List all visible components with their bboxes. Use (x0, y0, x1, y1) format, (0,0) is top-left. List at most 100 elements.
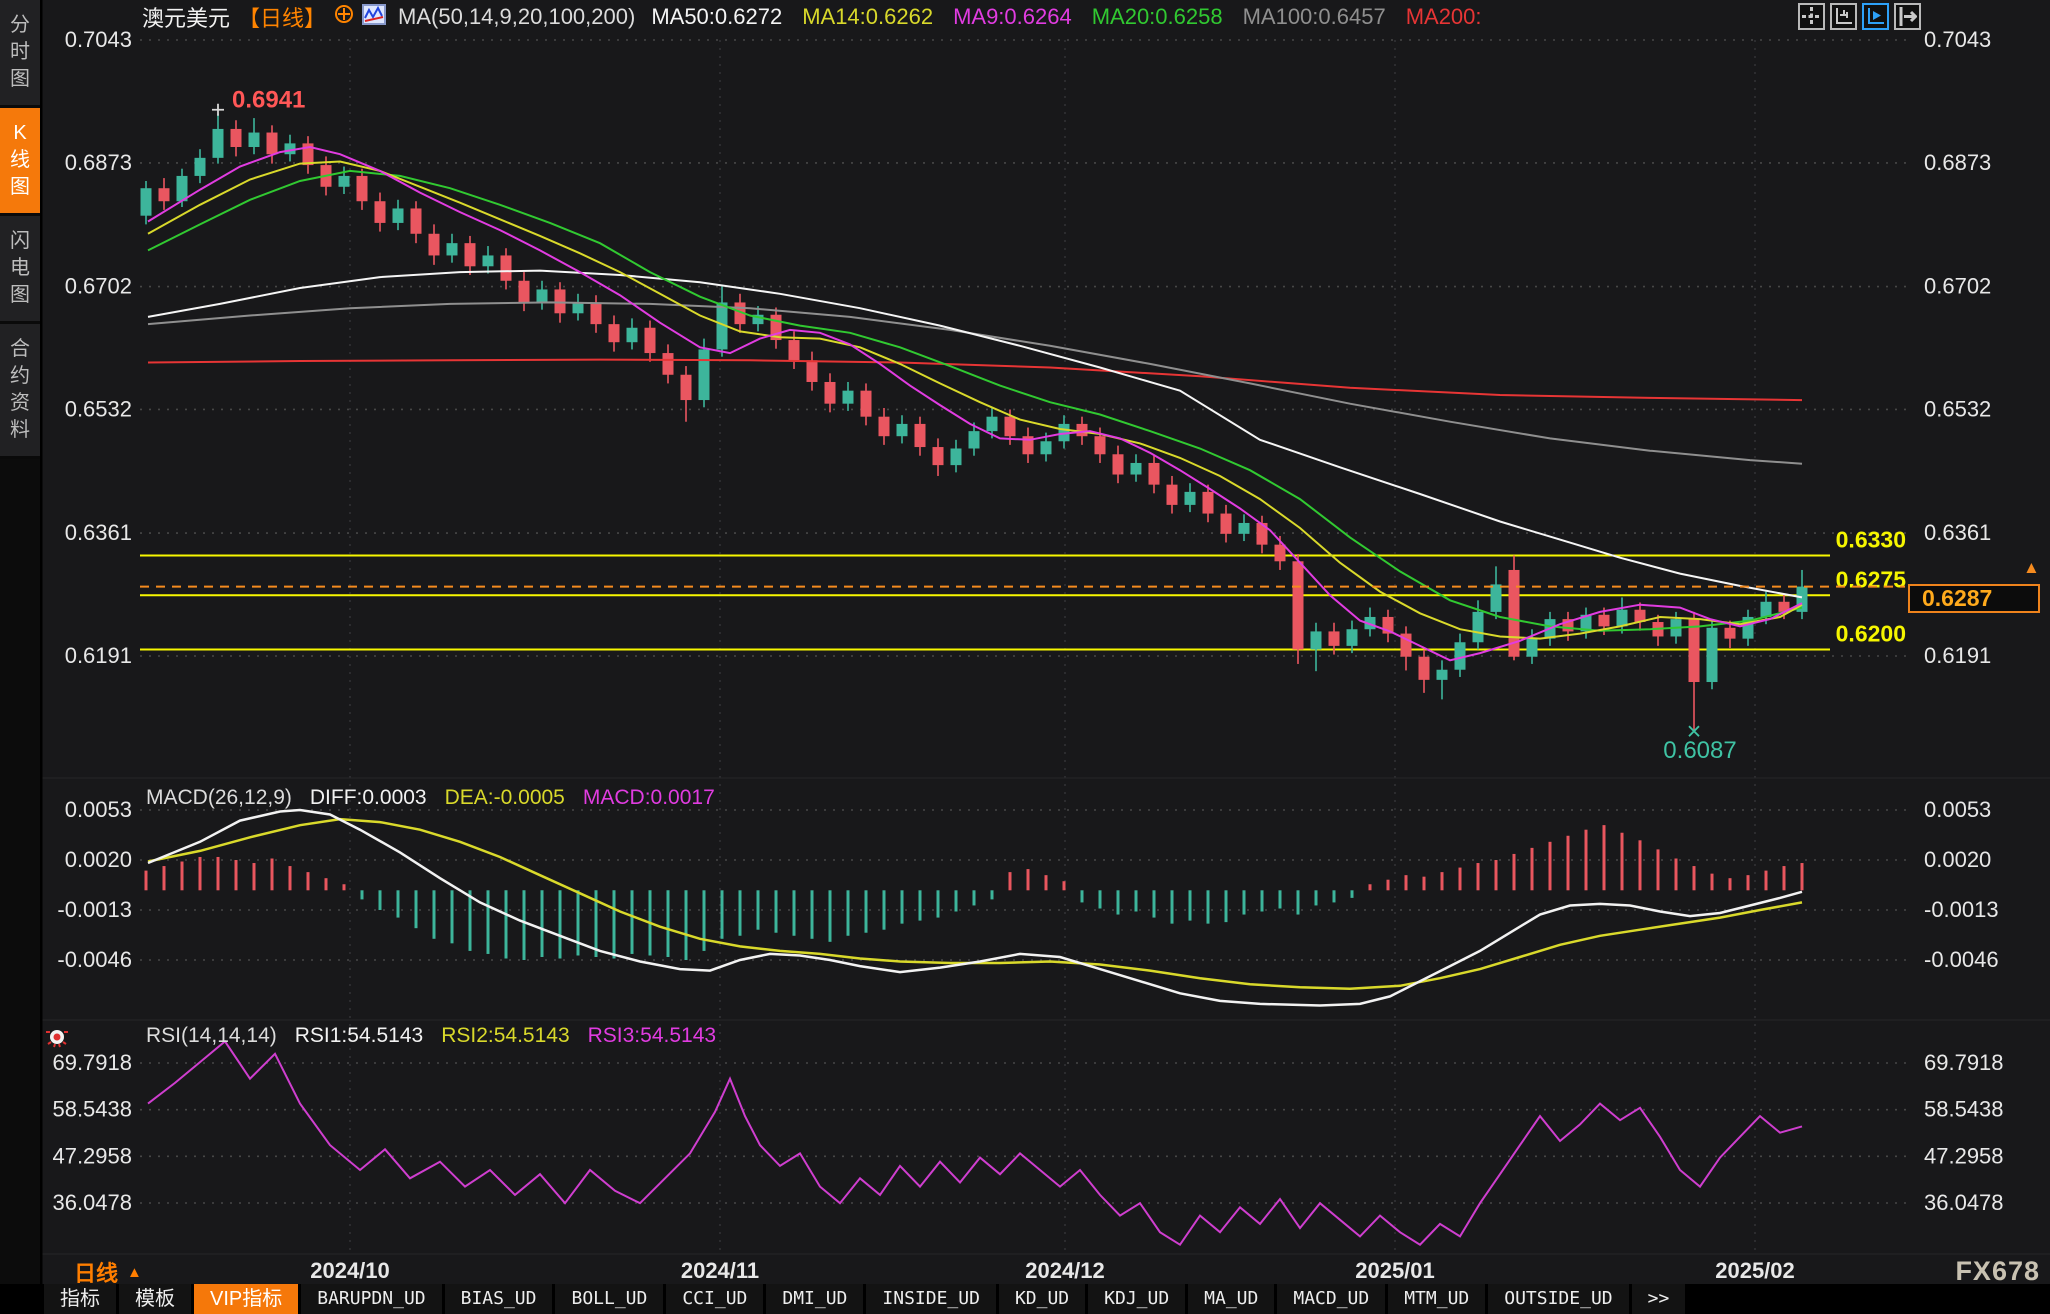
tab-KDJ_UD[interactable]: KDJ_UD (1088, 1284, 1185, 1314)
ma9-line (148, 147, 1802, 660)
date-label-2: 2024/12 (1025, 1258, 1105, 1283)
svg-text:0.6191: 0.6191 (65, 643, 132, 668)
rsi-header: RSI(14,14,14) RSI1:54.5143 RSI2:54.5143 … (146, 1024, 716, 1048)
svg-text:0.6200: 0.6200 (1836, 620, 1906, 646)
svg-text:47.2958: 47.2958 (1924, 1143, 2004, 1168)
macd-histogram (146, 825, 1802, 960)
target-icon[interactable] (334, 4, 354, 30)
ma-settings-label: MA(50,14,9,20,100,200) (398, 4, 635, 30)
axis-play-icon[interactable] (1862, 3, 1889, 30)
date-label-3: 2025/01 (1355, 1258, 1435, 1283)
svg-text:0.7043: 0.7043 (1924, 27, 1991, 52)
current-price-value: 0.6287 (1922, 585, 1992, 612)
trading-app: { "app": {"watermark": "FX678"}, "sideba… (0, 0, 2050, 1314)
svg-text:-0.0013: -0.0013 (57, 897, 132, 922)
sidebar-item-0[interactable]: 分时图 (0, 0, 40, 108)
sidebar-item-3[interactable]: 合约资料 (0, 324, 40, 459)
rsi-line (148, 1041, 1802, 1244)
svg-text:0.6873: 0.6873 (1924, 150, 1991, 175)
tab->>[interactable]: >> (1632, 1284, 1686, 1314)
macd-dea-readout: DEA:-0.0005 (445, 786, 565, 810)
ma-readout-0: MA50:0.6272 (651, 4, 782, 30)
rsi1-readout: RSI1:54.5143 (295, 1024, 423, 1048)
price-up-arrow-icon: ▲ (2023, 558, 2040, 578)
svg-text:69.7918: 69.7918 (1924, 1050, 2004, 1075)
macd-macd-readout: MACD:0.0017 (583, 786, 715, 810)
period-tag[interactable]: 【日线】 (238, 1, 326, 33)
svg-text:0.6941: 0.6941 (232, 87, 305, 114)
ma-readout-2: MA9:0.6264 (953, 4, 1072, 30)
sidebar-item-2[interactable]: 闪电图 (0, 216, 40, 324)
date-label-4: 2025/02 (1715, 1258, 1795, 1283)
sidebar-item-1[interactable]: K线图 (0, 108, 40, 216)
macd-title: MACD(26,12,9) (146, 786, 292, 810)
rsi2-readout: RSI2:54.5143 (441, 1024, 569, 1048)
svg-text:0.0020: 0.0020 (65, 847, 132, 872)
svg-text:0.6087: 0.6087 (1663, 737, 1736, 764)
svg-text:0.0020: 0.0020 (1924, 847, 1991, 872)
symbol-name: 澳元美元 (142, 1, 230, 33)
svg-text:-0.0046: -0.0046 (57, 947, 132, 972)
mini-chart-icon[interactable] (362, 4, 386, 31)
current-price-tag: 0.6287 (1908, 584, 2040, 613)
tab-MACD_UD[interactable]: MACD_UD (1277, 1284, 1385, 1314)
move-crosshair-icon[interactable] (1798, 3, 1825, 30)
period-up-triangle-icon: ▲ (127, 1264, 142, 1281)
chart-type-sidebar: 分时图K线图闪电图合约资料 (0, 0, 40, 1314)
svg-text:0.0053: 0.0053 (65, 797, 132, 822)
tab-BOLL_UD[interactable]: BOLL_UD (555, 1284, 663, 1314)
svg-text:0.6873: 0.6873 (65, 150, 132, 175)
tab-MA_UD[interactable]: MA_UD (1188, 1284, 1274, 1314)
rsi-title: RSI(14,14,14) (146, 1024, 277, 1048)
svg-text:0.0053: 0.0053 (1924, 797, 1991, 822)
svg-text:0.6702: 0.6702 (1924, 274, 1991, 299)
tab-INSIDE_UD[interactable]: INSIDE_UD (866, 1284, 996, 1314)
chart-toolbar (1798, 3, 1921, 30)
svg-text:0.6361: 0.6361 (1924, 520, 1991, 545)
svg-text:47.2958: 47.2958 (52, 1143, 132, 1168)
candlesticks (141, 114, 1808, 731)
macd-header: MACD(26,12,9) DIFF:0.0003 DEA:-0.0005 MA… (146, 786, 715, 810)
tab-DMI_UD[interactable]: DMI_UD (766, 1284, 863, 1314)
tab-VIP指标[interactable]: VIP指标 (194, 1284, 298, 1314)
svg-text:36.0478: 36.0478 (1924, 1190, 2004, 1215)
svg-text:58.5438: 58.5438 (1924, 1097, 2004, 1122)
svg-text:58.5438: 58.5438 (52, 1097, 132, 1122)
tab-OUTSIDE_UD[interactable]: OUTSIDE_UD (1488, 1284, 1628, 1314)
macd-diff-readout: DIFF:0.0003 (310, 786, 427, 810)
indicator-tabbar: 指标模板VIP指标BARUPDN_UDBIAS_UDBOLL_UDCCI_UDD… (0, 1284, 2050, 1314)
date-label-0: 2024/10 (310, 1258, 390, 1283)
chart-header: 澳元美元 【日线】 MA(50,14,9,20,100,200) MA50:0.… (142, 3, 1482, 31)
ma200-line (148, 360, 1802, 401)
ma-readout-3: MA20:0.6258 (1092, 4, 1223, 30)
tab-BIAS_UD[interactable]: BIAS_UD (445, 1284, 553, 1314)
svg-text:-0.0013: -0.0013 (1924, 897, 1999, 922)
rsi3-readout: RSI3:54.5143 (588, 1024, 716, 1048)
svg-text:0.6361: 0.6361 (65, 520, 132, 545)
svg-text:0.6191: 0.6191 (1924, 643, 1991, 668)
svg-text:0.6532: 0.6532 (65, 396, 132, 421)
alert-icon[interactable] (42, 1024, 72, 1059)
date-label-1: 2024/11 (681, 1258, 759, 1283)
svg-text:-0.0046: -0.0046 (1924, 947, 1999, 972)
collapse-right-icon[interactable] (1894, 3, 1921, 30)
svg-text:36.0478: 36.0478 (52, 1190, 132, 1215)
tab-MTM_UD[interactable]: MTM_UD (1388, 1284, 1485, 1314)
chart-canvas[interactable]: 0.70430.70430.68730.68730.67020.67020.65… (0, 0, 2050, 1314)
ma14-line (148, 162, 1802, 639)
axis-range-icon[interactable] (1830, 3, 1857, 30)
ma-readout-4: MA100:0.6457 (1243, 4, 1386, 30)
ma-readouts: MA50:0.6272 MA14:0.6262 MA9:0.6264 MA20:0.6… (651, 4, 1481, 30)
tab-BARUPDN_UD[interactable]: BARUPDN_UD (301, 1284, 441, 1314)
tab-CCI_UD[interactable]: CCI_UD (666, 1284, 763, 1314)
svg-text:0.6702: 0.6702 (65, 274, 132, 299)
svg-text:0.6275: 0.6275 (1836, 566, 1907, 592)
tab-KD_UD[interactable]: KD_UD (999, 1284, 1085, 1314)
diff-line (148, 810, 1802, 1006)
tab-指标[interactable]: 指标 (44, 1284, 116, 1314)
tab-模板[interactable]: 模板 (119, 1284, 191, 1314)
ma-readout-1: MA14:0.6262 (802, 4, 933, 30)
watermark: FX678 (1955, 1256, 2040, 1287)
svg-text:0.6330: 0.6330 (1836, 526, 1906, 552)
ma-readout-5: MA200: (1406, 4, 1482, 30)
